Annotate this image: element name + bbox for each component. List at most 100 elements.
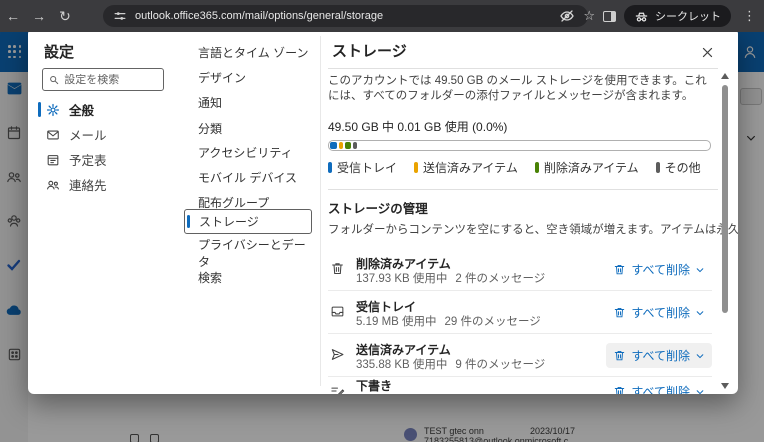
usage-segment-deleted [345,142,351,149]
section-label: デザイン [198,69,246,86]
settings-search-box[interactable] [42,68,164,91]
delete-all-label: すべて削除 [631,383,690,394]
browser-reload-button[interactable]: ↻ [52,8,78,25]
legend-item-sent: 送信済みアイテム [414,159,518,176]
folder-usage: 137.93 KB 使用中2 件のメッセージ [356,270,545,286]
delete-all-label: すべて削除 [631,304,690,321]
legend-item-other: その他 [656,159,701,176]
folder-row-inbox: 受信トレイ 5.19 MB 使用中29 件のメッセージ すべて削除 [328,291,712,334]
section-storage[interactable]: ストレージ [184,209,312,234]
chevron-down-icon [695,265,705,275]
folder-row-deleted-items: 削除済みアイテム 137.93 KB 使用中2 件のメッセージ すべて削除 [328,248,712,291]
folder-usage: 335.88 KB 使用中9 件のメッセージ [356,356,545,372]
section-appearance[interactable]: デザイン [184,66,312,88]
legend-label: 削除済みアイテム [544,159,639,176]
usage-segment-inbox [330,142,337,149]
section-label: プライバシーとデータ [198,236,312,270]
storage-usage-bar [328,140,711,151]
trash-icon [613,306,626,319]
section-label: モバイル デバイス [198,169,297,186]
browser-menu-icon[interactable]: ⋮ [739,8,760,24]
delete-all-button[interactable]: すべて削除 [606,379,712,394]
storage-panel: ストレージ このアカウントでは 49.50 GB のメール ストレージを使用でき… [320,28,738,394]
site-info-icon[interactable] [113,9,127,23]
section-accessibility[interactable]: アクセシビリティ [184,141,312,163]
storage-legend: 受信トレイ 送信済みアイテム 削除済みアイテム その他 [328,159,718,176]
chevron-down-icon [695,387,705,395]
mail-icon [46,128,60,142]
storage-usage-summary: 49.50 GB 中 0.01 GB 使用 (0.0%) [328,118,507,135]
settings-title: 設定 [44,41,74,62]
section-language-time[interactable]: 言語とタイム ゾーン [184,41,312,63]
section-privacy-data[interactable]: プライバシーとデータ [184,242,312,264]
storage-description: このアカウントでは 49.50 GB のメール ストレージを使用できます。これに… [328,74,710,104]
draft-icon [330,383,345,394]
tracking-prevention-icon[interactable] [559,8,575,24]
trash-icon [613,385,626,394]
delete-all-button[interactable]: すべて削除 [606,300,712,325]
section-label: 配布グループ [198,194,269,211]
divider [328,189,718,190]
chevron-down-icon [695,351,705,361]
storage-management-title: ストレージの管理 [328,198,428,217]
category-label: メール [69,125,107,144]
section-categories[interactable]: 分類 [184,117,312,139]
address-bar[interactable]: outlook.office365.com/mail/options/gener… [103,5,588,27]
trash-icon [613,349,626,362]
panel-scrollbar[interactable] [721,71,729,391]
scroll-up-icon[interactable] [721,73,729,79]
trash-icon [330,261,345,276]
legend-item-deleted: 削除済みアイテム [535,159,639,176]
folder-row-sent-items: 送信済みアイテム 335.88 KB 使用中9 件のメッセージ すべて削除 [328,334,712,377]
storage-panel-title: ストレージ [332,40,407,61]
folder-name: 下書き [356,377,392,394]
usage-segment-sent [339,142,343,149]
settings-search-input[interactable] [64,74,157,86]
delete-all-button[interactable]: すべて削除 [606,343,712,368]
calendar-icon [46,153,60,167]
settings-category-contacts[interactable]: 連絡先 [32,173,182,196]
bookmark-star-icon[interactable]: ☆ [583,8,595,24]
delete-all-label: すべて削除 [631,261,690,278]
scrollbar-thumb[interactable] [722,85,728,313]
browser-back-button[interactable]: ← [0,8,26,24]
folder-row-drafts: 下書き すべて削除 [328,377,712,394]
settings-category-general[interactable]: 全般 [32,98,182,121]
folder-list: 削除済みアイテム 137.93 KB 使用中2 件のメッセージ すべて削除 受信… [328,248,712,394]
legend-label: 受信トレイ [337,159,397,176]
settings-dialog: 設定 全般 メール 予定表 連絡先 言語とタイム ゾーン デザイン 通知 [28,28,738,394]
url-text: outlook.office365.com/mail/options/gener… [135,10,383,22]
section-mobile-devices[interactable]: モバイル デバイス [184,166,312,188]
browser-forward-button[interactable]: → [26,8,52,24]
section-label: アクセシビリティ [198,144,293,161]
section-label: ストレージ [199,213,259,230]
legend-item-inbox: 受信トレイ [328,159,397,176]
incognito-badge: シークレット [624,5,731,27]
section-label: 言語とタイム ゾーン [198,44,309,61]
folder-usage: 5.19 MB 使用中29 件のメッセージ [356,313,541,329]
incognito-icon [634,9,649,24]
category-label: 連絡先 [69,175,107,194]
incognito-label: シークレット [655,8,721,24]
delete-all-button[interactable]: すべて削除 [606,257,712,282]
browser-actions: ☆ シークレット ⋮ [559,0,760,32]
section-notifications[interactable]: 通知 [184,91,312,113]
chevron-down-icon [695,308,705,318]
people-icon [46,178,60,192]
gear-icon [46,103,60,117]
search-icon [49,74,59,86]
section-label: 分類 [198,120,222,137]
section-search[interactable]: 検索 [184,266,312,288]
screenshot-root: ← → ↻ outlook.office365.com/mail/options… [0,0,764,442]
close-icon[interactable] [698,43,716,61]
legend-label: その他 [665,159,701,176]
inbox-icon [330,304,345,319]
side-panel-icon[interactable] [603,11,616,22]
section-label: 検索 [198,269,222,286]
settings-category-mail[interactable]: メール [32,123,182,146]
settings-category-calendar[interactable]: 予定表 [32,148,182,171]
legend-label: 送信済みアイテム [423,159,518,176]
storage-management-description: フォルダーからコンテンツを空にすると、空き領域が増えます。アイテムは永久に削除さ… [328,221,738,237]
trash-icon [613,263,626,276]
scroll-down-icon[interactable] [721,383,729,389]
